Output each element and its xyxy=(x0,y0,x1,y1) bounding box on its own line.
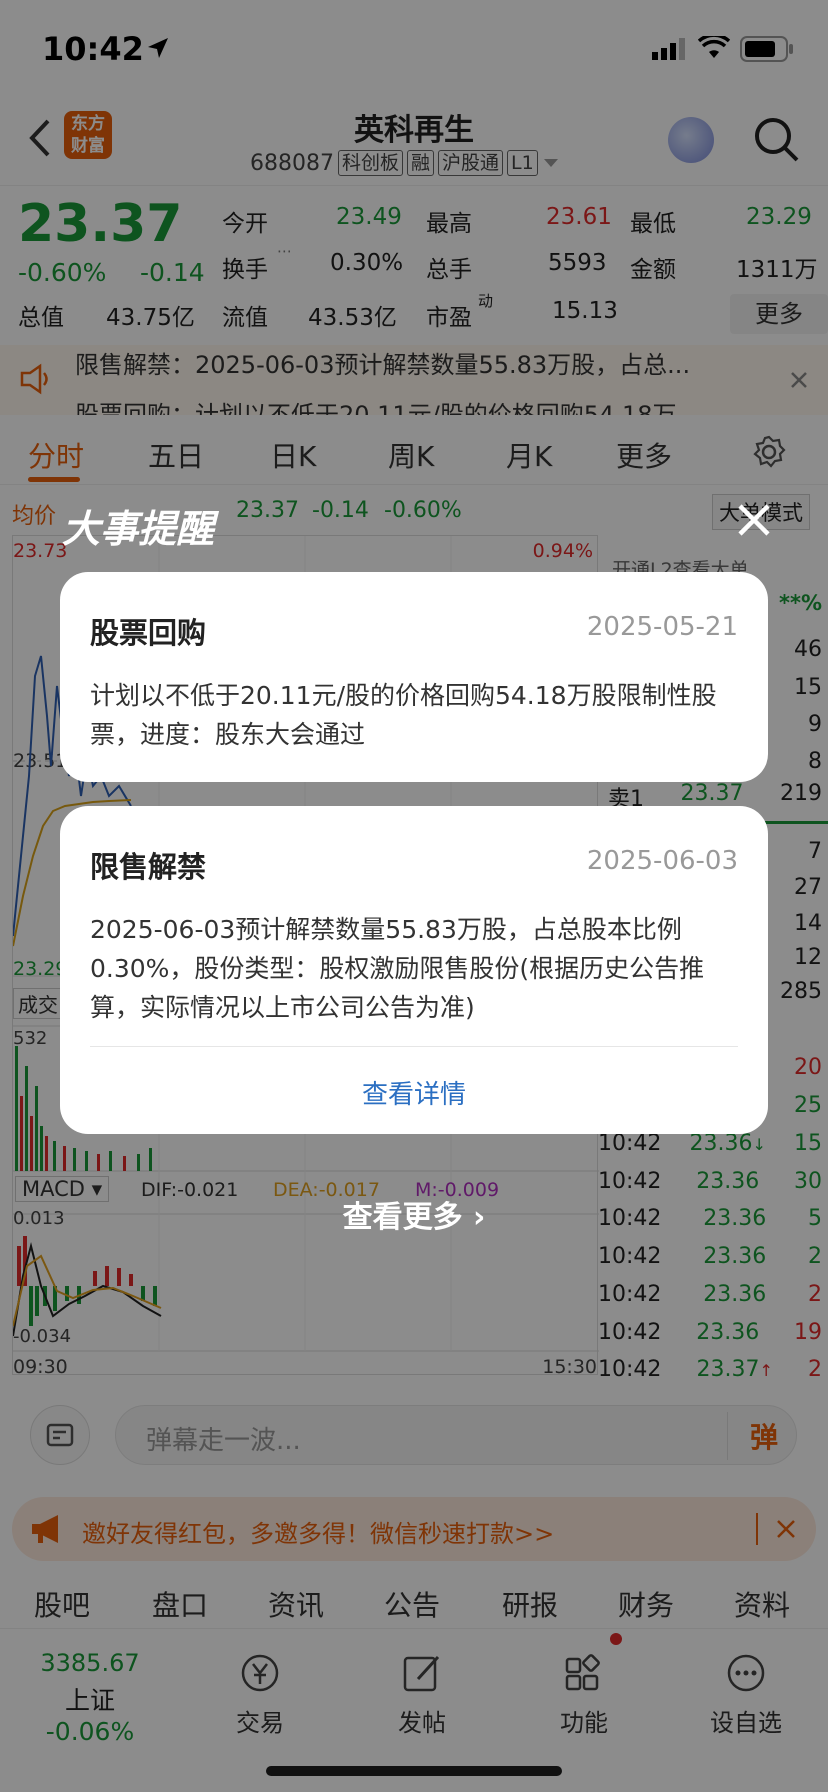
card-body: 计划以不低于20.11元/股的价格回购54.18万股限制性股票，进度：股东大会通… xyxy=(90,681,717,749)
card-date: 2025-05-21 xyxy=(586,612,738,642)
card-title: 股票回购 xyxy=(90,616,207,650)
card-divider xyxy=(90,1046,738,1047)
event-card-unlock[interactable]: 限售解禁 2025-06-03 2025-06-03预计解禁数量55.83万股，… xyxy=(60,806,768,1134)
view-details-link[interactable]: 查看详情 xyxy=(60,1074,768,1111)
card-title: 限售解禁 xyxy=(90,850,207,884)
modal-close-icon[interactable] xyxy=(734,500,774,540)
card-date: 2025-06-03 xyxy=(586,846,738,876)
chevron-right-icon: › xyxy=(473,1200,486,1235)
event-card-buyback[interactable]: 股票回购 2025-05-21 计划以不低于20.11元/股的价格回购54.18… xyxy=(60,572,768,782)
modal-overlay[interactable]: 大事提醒 股票回购 2025-05-21 计划以不低于20.11元/股的价格回购… xyxy=(0,0,828,1792)
card-body: 2025-06-03预计解禁数量55.83万股，占总股本比例0.30%，股份类型… xyxy=(90,915,705,1022)
see-more-link[interactable]: 查看更多 › xyxy=(0,1192,828,1236)
home-indicator[interactable] xyxy=(266,1766,562,1776)
see-more-text: 查看更多 xyxy=(342,1200,463,1235)
modal-title: 大事提醒 xyxy=(62,507,215,551)
